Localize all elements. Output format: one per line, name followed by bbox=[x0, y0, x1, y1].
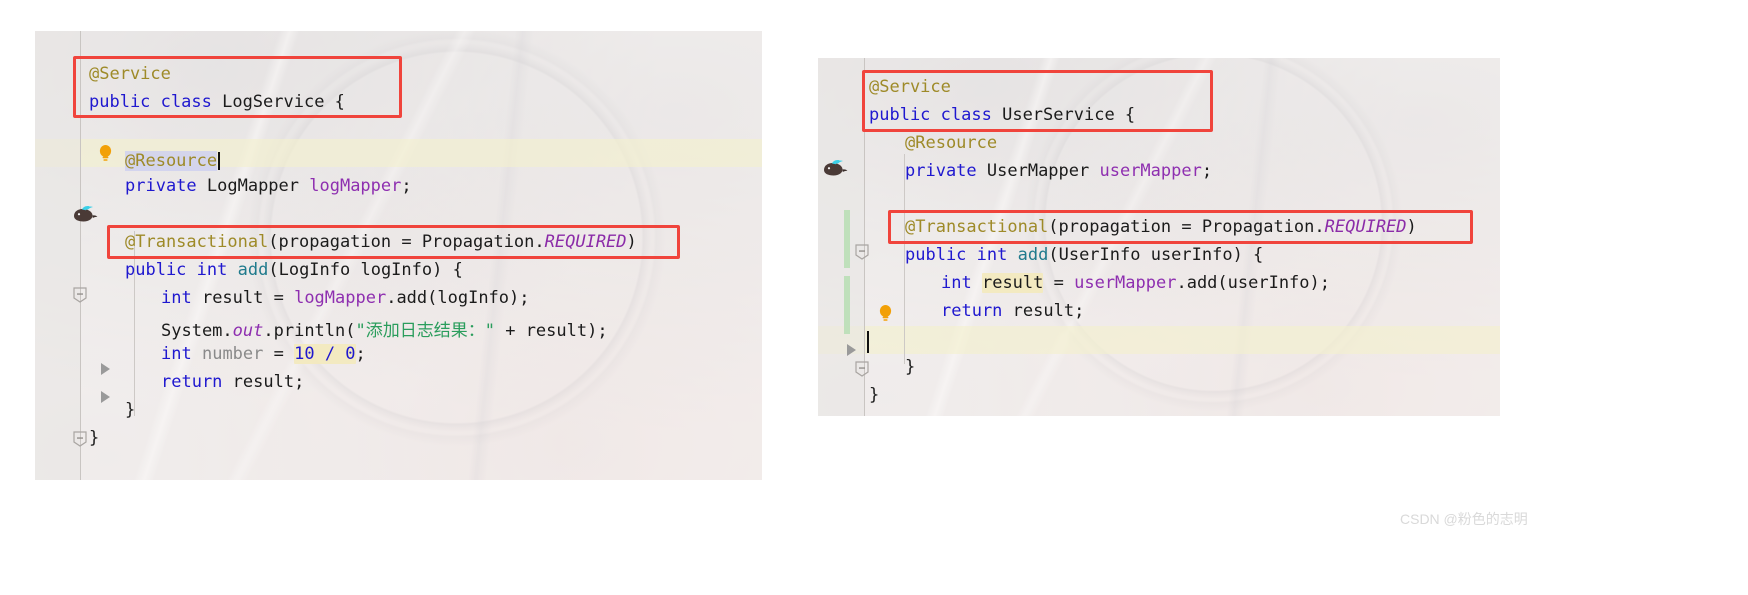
equals: = bbox=[1043, 273, 1075, 293]
code-line: @Transactional(propagation = Propagation… bbox=[905, 217, 1417, 237]
field-usermapper: userMapper bbox=[1099, 161, 1202, 181]
keyword-int: int bbox=[976, 245, 1008, 265]
code-line: } bbox=[869, 385, 879, 405]
annotation-resource: @Resource bbox=[905, 133, 998, 153]
code-line: return result; bbox=[161, 372, 304, 392]
propagation-required-value: REQUIRED bbox=[1324, 217, 1407, 237]
method-close-brace: } bbox=[905, 357, 916, 377]
semicolon: ; bbox=[355, 344, 366, 364]
keyword-return: return bbox=[941, 301, 1003, 321]
keyword-public: public bbox=[905, 245, 967, 265]
method-params: (UserInfo userInfo) { bbox=[1048, 245, 1264, 265]
return-value: result; bbox=[222, 372, 305, 392]
semicolon: ; bbox=[1201, 161, 1213, 181]
code-line: public int add(LogInfo logInfo) { bbox=[125, 260, 463, 280]
annotation-resource: @Resource bbox=[125, 151, 218, 171]
code-line: @Transactional(propagation = Propagation… bbox=[125, 232, 637, 252]
annotation-service: @Service bbox=[89, 64, 171, 84]
text-caret bbox=[867, 331, 869, 353]
method-name-add: add bbox=[237, 260, 269, 280]
keyword-public: public bbox=[869, 105, 931, 125]
string-literal-log-result: "添加日志结果：" bbox=[355, 321, 495, 341]
code-line: } bbox=[125, 400, 135, 420]
paren-close: ) bbox=[1406, 217, 1417, 237]
class-name-text: LogService { bbox=[211, 92, 345, 112]
keyword-public: public bbox=[125, 260, 187, 280]
call-add: .add(userInfo); bbox=[1176, 273, 1330, 293]
user-service-editor[interactable]: @Service public class UserService { @Res… bbox=[818, 58, 1500, 416]
code-line: @Service bbox=[869, 77, 951, 97]
keyword-return: return bbox=[161, 372, 223, 392]
annotation-transactional: @Transactional bbox=[905, 217, 1049, 237]
keyword-public: public bbox=[89, 92, 151, 112]
var-result-occurrence: result bbox=[981, 273, 1044, 293]
code-line: System.out.println("添加日志结果：" + result); bbox=[161, 316, 608, 341]
code-line: private UserMapper userMapper; bbox=[905, 161, 1212, 181]
code-text-layer[interactable]: @Service public class UserService { @Res… bbox=[818, 58, 1500, 416]
text-caret bbox=[218, 152, 221, 170]
keyword-int: int bbox=[196, 260, 228, 280]
keyword-int: int bbox=[941, 273, 972, 293]
propagation-required-value: REQUIRED bbox=[544, 232, 627, 252]
type-usermapper: UserMapper bbox=[976, 161, 1100, 181]
code-line: public class LogService { bbox=[89, 92, 345, 112]
var-result-assign: result = bbox=[191, 288, 295, 308]
code-line: return result; bbox=[941, 301, 1084, 321]
field-logmapper-ref: logMapper bbox=[294, 288, 387, 308]
keyword-class: class bbox=[940, 105, 992, 125]
code-line: public int add(UserInfo userInfo) { bbox=[905, 245, 1263, 265]
field-usermapper-ref: userMapper bbox=[1074, 273, 1177, 293]
code-line: } bbox=[89, 428, 99, 448]
class-close-brace: } bbox=[89, 428, 100, 448]
equals: = bbox=[263, 344, 295, 364]
method-params: (LogInfo logInfo) { bbox=[268, 260, 463, 280]
division-by-zero-expression: 10 / 0 bbox=[294, 344, 356, 364]
system-out-field: out bbox=[232, 321, 264, 341]
csdn-watermark: CSDN @粉色的志明 bbox=[1400, 511, 1528, 527]
code-line: @Service bbox=[89, 64, 171, 84]
annotation-args: (propagation = Propagation. bbox=[268, 232, 545, 252]
field-logmapper: logMapper bbox=[309, 176, 402, 196]
code-line: int result = logMapper.add(logInfo); bbox=[161, 288, 530, 308]
log-service-editor[interactable]: @Service public class LogService { @Reso… bbox=[35, 31, 762, 480]
keyword-int: int bbox=[161, 344, 192, 364]
system-prefix: System. bbox=[161, 321, 233, 341]
code-line: @Resource bbox=[125, 148, 221, 171]
class-name-text: UserService { bbox=[991, 105, 1136, 125]
annotation-args: (propagation = Propagation. bbox=[1048, 217, 1325, 237]
keyword-private: private bbox=[125, 176, 197, 196]
annotation-service: @Service bbox=[869, 77, 951, 97]
code-line: @Resource bbox=[905, 133, 997, 153]
concat-result: + result); bbox=[494, 321, 608, 341]
code-text-layer[interactable]: @Service public class LogService { @Reso… bbox=[35, 31, 762, 480]
keyword-int: int bbox=[161, 288, 192, 308]
annotation-transactional: @Transactional bbox=[125, 232, 269, 252]
keyword-class: class bbox=[160, 92, 212, 112]
code-line: public class UserService { bbox=[869, 105, 1135, 125]
paren-close: ) bbox=[626, 232, 637, 252]
semicolon: ; bbox=[401, 176, 412, 196]
var-number: number bbox=[201, 344, 264, 364]
keyword-private: private bbox=[905, 161, 977, 181]
println-call: .println( bbox=[263, 321, 356, 341]
code-line: private LogMapper logMapper; bbox=[125, 176, 412, 196]
code-line: int result = userMapper.add(userInfo); bbox=[941, 273, 1330, 293]
return-value: result; bbox=[1002, 301, 1085, 321]
method-close-brace: } bbox=[125, 400, 136, 420]
code-line: } bbox=[905, 357, 915, 377]
type-logmapper: LogMapper bbox=[196, 176, 310, 196]
code-line: int number = 10 / 0; bbox=[161, 344, 366, 364]
method-name-add: add bbox=[1017, 245, 1049, 265]
call-add: .add(logInfo); bbox=[386, 288, 530, 308]
class-close-brace: } bbox=[869, 385, 880, 405]
